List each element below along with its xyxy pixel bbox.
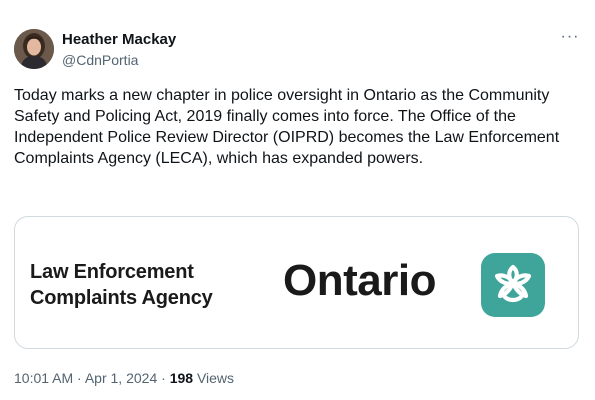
views-count[interactable]: 198 [170, 370, 193, 386]
avatar[interactable] [14, 29, 54, 69]
agency-name: Law Enforcement Complaints Agency [30, 259, 213, 311]
author-name[interactable]: Heather Mackay [62, 31, 176, 49]
more-icon: ··· [560, 28, 580, 45]
agency-name-line2: Complaints Agency [30, 287, 213, 309]
tweet-text: Today marks a new chapter in police over… [14, 87, 560, 167]
more-options-button[interactable]: ··· [559, 28, 581, 50]
ontario-wordmark: Ontario [283, 256, 436, 305]
agency-name-line1: Law Enforcement [30, 261, 194, 283]
trillium-logo-graphic [494, 264, 532, 303]
avatar-photo [14, 29, 54, 69]
ontario-trillium-icon [481, 253, 545, 317]
media-image[interactable]: Law Enforcement Complaints Agency Ontari… [14, 216, 579, 349]
separator: · [161, 370, 166, 386]
tweet-footer: 10:01 AM · Apr 1, 2024 · 198 Views [14, 369, 234, 387]
author-handle[interactable]: @CdnPortia [62, 51, 138, 69]
views-label: Views [196, 370, 235, 386]
separator: · [77, 370, 82, 386]
tweet-date[interactable]: Apr 1, 2024 [85, 370, 157, 386]
tweet-time[interactable]: 10:01 AM [14, 370, 73, 386]
